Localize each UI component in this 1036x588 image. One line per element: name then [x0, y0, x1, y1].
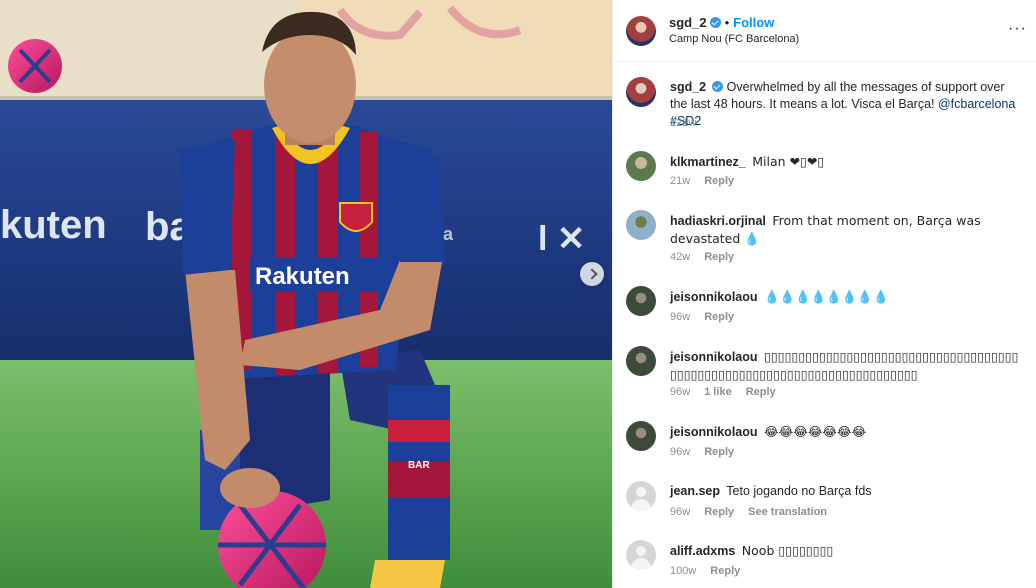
- caption-avatar[interactable]: [626, 77, 656, 107]
- comment-text-block: jean.sep Teto jogando no Barça fds: [670, 483, 1022, 500]
- comment-text-block: hadiaskri.orjinal From that moment on, B…: [670, 212, 1022, 248]
- see-translation-button[interactable]: See translation: [748, 506, 827, 518]
- commenter-username[interactable]: jeisonnikolaou: [670, 425, 758, 439]
- comment-item: jeisonnikolaou 💧💧💧💧💧💧💧💧 96w Reply: [613, 286, 1036, 326]
- commenter-avatar[interactable]: [626, 151, 656, 181]
- commenter-username[interactable]: aliff.adxms: [670, 544, 735, 558]
- comment-text-block: jeisonnikolaou 😂😂😂😂😂😂😂: [670, 423, 1022, 441]
- comment-time[interactable]: 42w: [670, 251, 690, 263]
- comment-text-block: klkmartinez_ Milan ❤▯❤▯: [670, 153, 1022, 171]
- comment-text-block: aliff.adxms Noob ▯▯▯▯▯▯▯▯: [670, 542, 1022, 560]
- caption-username[interactable]: sgd_2: [670, 80, 706, 94]
- commenter-avatar[interactable]: [626, 481, 656, 511]
- post-location[interactable]: Camp Nou (FC Barcelona): [669, 33, 799, 45]
- comment-text: Noob ▯▯▯▯▯▯▯▯: [741, 543, 834, 558]
- caption-meta: 121w: [670, 117, 710, 129]
- comment-text: 💧💧💧💧💧💧💧💧: [764, 289, 889, 304]
- comment-time[interactable]: 21w: [670, 175, 690, 187]
- author-line: sgd_2 • Follow: [669, 15, 774, 30]
- comment-item: jean.sep Teto jogando no Barça fds 96w Re…: [613, 481, 1036, 521]
- comment-text-block: jeisonnikolaou 💧💧💧💧💧💧💧💧: [670, 288, 1022, 306]
- comment-meta: 21w Reply: [670, 175, 748, 187]
- shirt-sponsor: Rakuten: [255, 263, 350, 290]
- commenter-username[interactable]: hadiaskri.orjinal: [670, 214, 766, 228]
- comment-item: hadiaskri.orjinal From that moment on, B…: [613, 210, 1036, 268]
- commenter-username[interactable]: jeisonnikolaou: [670, 350, 758, 364]
- separator-dot: •: [724, 15, 730, 30]
- comment-item: klkmartinez_ Milan ❤▯❤▯ 21w Reply: [613, 151, 1036, 191]
- commenter-avatar[interactable]: [626, 210, 656, 240]
- commenter-avatar[interactable]: [626, 421, 656, 451]
- comment-meta: 96w Reply: [670, 311, 748, 323]
- commenter-avatar[interactable]: [626, 540, 656, 570]
- commenter-username[interactable]: klkmartinez_: [670, 155, 746, 169]
- caption-time[interactable]: 121w: [670, 117, 696, 129]
- author-username[interactable]: sgd_2: [669, 15, 707, 30]
- reply-button[interactable]: Reply: [704, 175, 734, 187]
- comment-text: 😂😂😂😂😂😂😂: [764, 424, 867, 439]
- verified-badge-icon: [712, 81, 724, 92]
- ad-board-text-right: l ✕: [538, 220, 585, 258]
- caption-mention-link[interactable]: @fcbarcelona: [938, 97, 1015, 111]
- post-photo[interactable]: kuten ba l ✕ la BAR Rakuten: [0, 0, 612, 588]
- reply-button[interactable]: Reply: [746, 386, 776, 398]
- author-avatar[interactable]: [626, 16, 656, 46]
- caption-text-block: sgd_2 Overwhelmed by all the messages of…: [670, 79, 1022, 130]
- commenter-avatar[interactable]: [626, 286, 656, 316]
- comment-time[interactable]: 100w: [670, 565, 696, 577]
- comment-meta: 100w Reply: [670, 565, 754, 577]
- comment-meta: 96w 1 like Reply: [670, 386, 790, 398]
- likes-count[interactable]: 1 like: [704, 386, 732, 398]
- reply-button[interactable]: Reply: [704, 446, 734, 458]
- comment-meta: 42w Reply: [670, 251, 748, 263]
- comment-time[interactable]: 96w: [670, 386, 690, 398]
- reply-button[interactable]: Reply: [704, 506, 734, 518]
- reply-button[interactable]: Reply: [710, 565, 740, 577]
- commenter-username[interactable]: jeisonnikolaou: [670, 290, 758, 304]
- comment-item: aliff.adxms Noob ▯▯▯▯▯▯▯▯ 100w Reply: [613, 540, 1036, 580]
- post-photo-art: kuten ba l ✕ la BAR Rakuten: [0, 0, 612, 588]
- comment-meta: 96w Reply: [670, 446, 748, 458]
- comment-text: Teto jogando no Barça fds: [726, 484, 872, 498]
- comment-time[interactable]: 96w: [670, 506, 690, 518]
- comment-item: jeisonnikolaou 😂😂😂😂😂😂😂 96w Reply: [613, 421, 1036, 461]
- comment-time[interactable]: 96w: [670, 446, 690, 458]
- post-header: sgd_2 • Follow Camp Nou (FC Barcelona) ···: [613, 0, 1036, 62]
- follow-button[interactable]: Follow: [733, 15, 774, 30]
- more-options-icon[interactable]: ···: [1008, 20, 1027, 38]
- comment-text-block: jeisonnikolaou ▯▯▯▯▯▯▯▯▯▯▯▯▯▯▯▯▯▯▯▯▯▯▯▯▯…: [670, 348, 1022, 384]
- reply-button[interactable]: Reply: [704, 311, 734, 323]
- comment-item: jeisonnikolaou ▯▯▯▯▯▯▯▯▯▯▯▯▯▯▯▯▯▯▯▯▯▯▯▯▯…: [613, 346, 1036, 404]
- comment-text: Milan ❤▯❤▯: [752, 154, 825, 169]
- ad-board-text-left: kuten: [0, 203, 107, 247]
- commenter-avatar[interactable]: [626, 346, 656, 376]
- comment-meta: 96w Reply See translation: [670, 506, 841, 518]
- sock-text: BAR: [408, 460, 430, 471]
- reply-button[interactable]: Reply: [704, 251, 734, 263]
- commenter-username[interactable]: jean.sep: [670, 484, 720, 498]
- verified-badge-icon: [709, 17, 721, 28]
- comment-time[interactable]: 96w: [670, 311, 690, 323]
- post-side-panel: sgd_2 • Follow Camp Nou (FC Barcelona) ···…: [612, 0, 1036, 588]
- next-image-button[interactable]: [580, 262, 604, 286]
- post-caption: sgd_2 Overwhelmed by all the messages of…: [613, 77, 1036, 137]
